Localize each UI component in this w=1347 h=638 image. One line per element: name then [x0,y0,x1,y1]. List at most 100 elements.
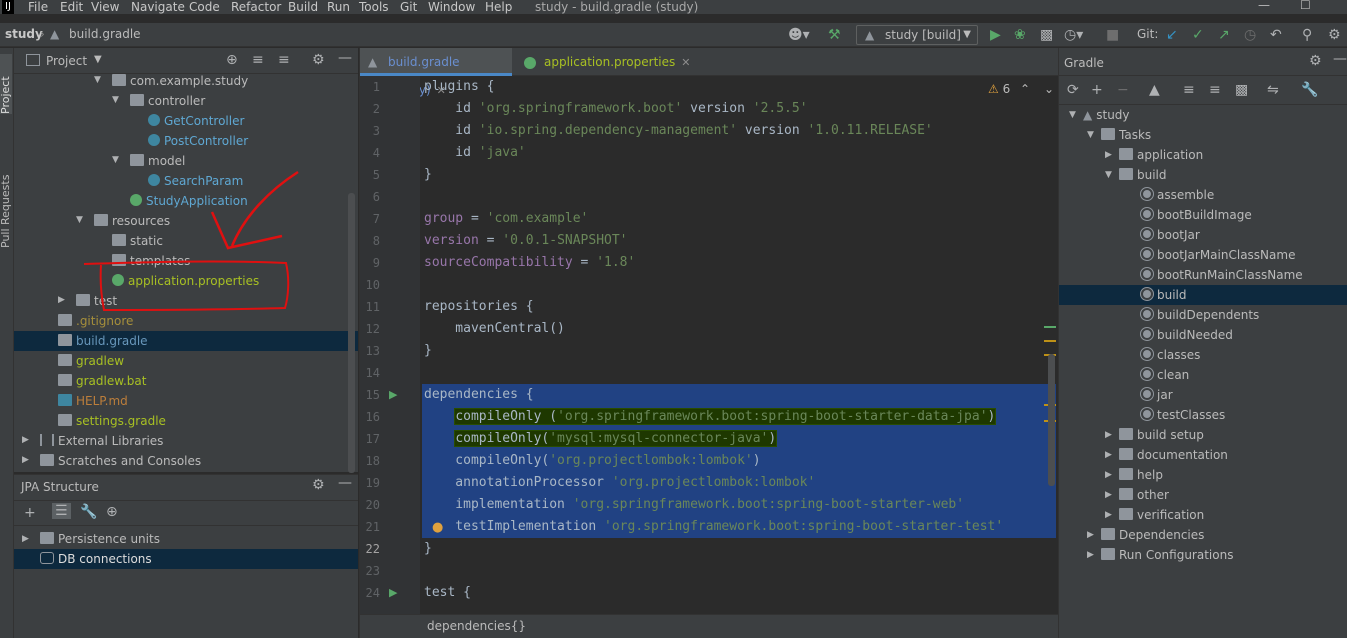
gradle-task-group[interactable]: build [1119,165,1167,185]
menu-tools[interactable]: Tools [359,0,389,14]
menu-refactor[interactable]: Refactor [231,0,281,14]
expand-arrow-icon[interactable]: ▼ [112,95,119,105]
gradle-task[interactable]: bootBuildImage [1140,205,1252,225]
gradle-task[interactable]: testClasses [1140,405,1225,425]
tree-item-scratches[interactable]: Scratches and Consoles [40,451,201,471]
code-line-21[interactable]: testImplementation 'org.springframework.… [424,516,1003,538]
code-line-17[interactable]: compileOnly('mysql:mysql-connector-java'… [424,428,778,450]
gradle-task[interactable]: buildDependents [1140,305,1259,325]
code-line-11[interactable]: repositories { [424,296,534,318]
target-icon[interactable]: ⊕ [106,504,118,520]
gradle-task[interactable]: build [1140,285,1187,305]
tree-item-file[interactable]: gradlew.bat [58,371,146,391]
build-hammer-icon[interactable]: ⚒ [828,27,841,43]
code-line-13[interactable]: } [424,340,432,362]
expand-arrow-icon[interactable]: ▼ [1069,110,1076,120]
menu-run[interactable]: Run [327,0,350,14]
reload-icon[interactable]: ⟳ [1067,82,1079,98]
expand-arrow-icon[interactable]: ▶ [22,455,29,465]
code-line-19[interactable]: annotationProcessor 'org.projectlombok:l… [424,472,815,494]
minimize-icon[interactable]: — [1258,0,1270,12]
gradle-task[interactable]: classes [1140,345,1200,365]
menu-build[interactable]: Build [288,0,318,14]
wrench-icon[interactable]: 🔧 [1301,82,1318,98]
warning-count[interactable]: ⚠ 6 [988,82,1010,96]
code-line-9[interactable]: sourceCompatibility = '1.8' [424,252,635,274]
hide-icon[interactable]: — [338,50,352,66]
gradle-tasks-folder[interactable]: Tasks [1101,125,1151,145]
gradle-task[interactable]: assemble [1140,185,1214,205]
tree-item-file[interactable]: .gitignore [58,311,133,331]
expand-arrow-icon[interactable]: ▶ [1105,470,1112,480]
tree-item-db-connections[interactable]: DB connections [40,549,152,569]
hide-icon[interactable]: — [1333,51,1347,67]
expand-arrow-icon[interactable]: ▼ [1105,170,1112,180]
tree-item-package[interactable]: model [130,151,185,171]
maximize-icon[interactable]: ☐ [1300,0,1311,12]
expand-arrow-icon[interactable]: ▶ [1105,490,1112,500]
project-view-select[interactable]: Project [46,54,87,68]
tree-item-libraries[interactable]: External Libraries [40,431,163,451]
columns-icon[interactable]: ☰ [52,503,71,519]
menu-help[interactable]: Help [485,0,512,14]
tree-item-file[interactable]: gradlew [58,351,124,371]
expand-all-icon[interactable]: ≡ [252,52,264,68]
scrollbar[interactable] [1048,354,1055,486]
collapse-all-icon[interactable]: ≡ [1209,82,1221,98]
tree-item-class[interactable]: StudyApplication [130,191,248,211]
code-line-12[interactable]: mavenCentral() [424,318,565,340]
run-icon[interactable]: ▶ [990,27,1001,43]
gradle-task-group[interactable]: documentation [1119,445,1228,465]
account-icon[interactable]: ☻▾ [788,27,810,43]
gradle-task[interactable]: buildNeeded [1140,325,1233,345]
lightbulb-icon[interactable]: ● [432,520,443,535]
code-line-5[interactable]: } [424,164,432,186]
gradle-task-group[interactable]: build setup [1119,425,1204,445]
code-line-18[interactable]: compileOnly('org.projectlombok:lombok') [424,450,760,472]
tree-item-class[interactable]: PostController [148,131,248,151]
menu-file[interactable]: File [28,0,48,14]
tree-item-folder[interactable]: test [76,291,117,311]
tab-build-gradle[interactable]: ▲ build.gradle (study)✕ [360,48,512,97]
tree-item-persistence-units[interactable]: Persistence units [40,529,160,549]
tree-item-file[interactable]: application.properties [112,271,259,291]
gradle-dependencies[interactable]: Dependencies [1101,525,1204,545]
tree-item-folder[interactable]: resources [94,211,170,231]
gradle-task[interactable]: bootJarMainClassName [1140,245,1295,265]
code-line-7[interactable]: group = 'com.example' [424,208,588,230]
collapse-all-icon[interactable]: ≡ [278,52,290,68]
close-icon[interactable]: ✕ [681,56,690,69]
gradle-project-root[interactable]: ▲ study [1083,105,1130,125]
coverage-icon[interactable]: ▩ [1040,27,1053,43]
expand-arrow-icon[interactable]: ▼ [76,215,83,225]
search-icon[interactable]: ⚲ [1302,27,1312,43]
expand-arrow-icon[interactable]: ▶ [58,295,65,305]
tree-item-class[interactable]: GetController [148,111,244,131]
menu-git[interactable]: Git [400,0,417,14]
code-line-3[interactable]: id 'io.spring.dependency-management' ver… [424,120,932,142]
tree-item-file[interactable]: HELP.md [58,391,128,411]
tree-item-file[interactable]: settings.gradle [58,411,166,431]
expand-arrow-icon[interactable]: ▶ [22,534,29,544]
tree-item-file[interactable]: build.gradle [58,331,148,351]
gradle-task[interactable]: bootRunMainClassName [1140,265,1303,285]
next-highlight-icon[interactable]: ⌄ [1044,82,1054,96]
project-tool-tab[interactable]: Project [0,54,12,114]
gradle-task-group[interactable]: application [1119,145,1203,165]
offline-mode-icon[interactable]: ⇋ [1267,82,1279,98]
add-icon[interactable]: + [1091,82,1103,98]
dependencies-icon[interactable]: ▩ [1235,82,1248,98]
history-icon[interactable]: ◷ [1244,27,1256,43]
add-icon[interactable]: + [24,505,36,521]
tab-application-properties[interactable]: application.properties ✕ [516,48,690,76]
change-marker[interactable] [1044,326,1056,328]
git-update-icon[interactable]: ↙ [1166,27,1178,43]
git-push-icon[interactable]: ↗ [1218,27,1230,43]
wrench-icon[interactable]: 🔧 [80,504,97,520]
pull-requests-tool-tab[interactable]: Pull Requests [0,128,12,248]
expand-arrow-icon[interactable]: ▶ [1105,450,1112,460]
expand-arrow-icon[interactable]: ▶ [1087,530,1094,540]
menu-view[interactable]: View [91,0,119,14]
tree-item-class[interactable]: SearchParam [148,171,243,191]
expand-arrow-icon[interactable]: ▶ [1087,550,1094,560]
